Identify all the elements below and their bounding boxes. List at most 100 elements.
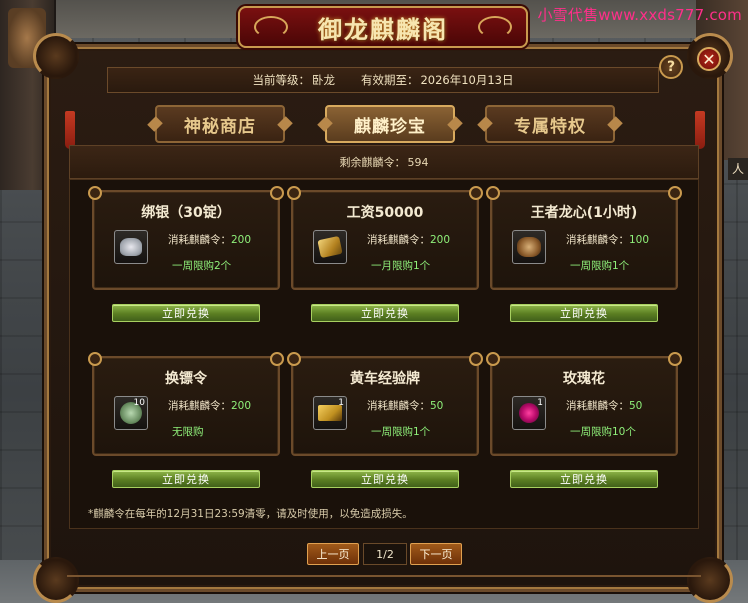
item-slot[interactable] bbox=[114, 230, 148, 264]
pagination: 上一页 1/2 下一页 bbox=[307, 543, 467, 567]
level-value: 卧龙 bbox=[311, 73, 335, 87]
card-corner-ornament bbox=[668, 186, 682, 200]
npc-name-label: 人 bbox=[728, 158, 748, 180]
card-corner-ornament bbox=[287, 352, 301, 366]
seller-watermark: 小雪代售www.xxds777.com bbox=[537, 6, 742, 24]
redeem-button[interactable]: 立即兑换 bbox=[112, 470, 260, 488]
help-button[interactable]: ? bbox=[659, 55, 683, 79]
silver-ingot-icon bbox=[120, 238, 142, 256]
card-corner-ornament bbox=[88, 186, 102, 200]
card-corner-ornament bbox=[88, 352, 102, 366]
item-cost: 消耗麒麟令：50 bbox=[367, 398, 443, 413]
shop-item-card: 玫瑰花 1 消耗麒麟令：50 一周限购10个 bbox=[486, 352, 682, 456]
cost-value: 50 bbox=[430, 400, 444, 412]
cost-label: 消耗麒麟令： bbox=[566, 400, 629, 412]
redeem-button[interactable]: 立即兑换 bbox=[112, 304, 260, 322]
item-grid: 绑银（30锭） 消耗麒麟令：200 一周限购2个 工资50000 消耗麒麟令：2… bbox=[69, 179, 699, 529]
card-corner-ornament bbox=[668, 352, 682, 366]
card-corner-ornament bbox=[270, 186, 284, 200]
shop-item-card: 工资50000 消耗麒麟令：200 一月限购1个 bbox=[287, 186, 483, 290]
swirl-ornament bbox=[478, 16, 512, 38]
close-button[interactable]: ✕ bbox=[697, 47, 721, 71]
swirl-ornament bbox=[254, 16, 288, 38]
cost-label: 消耗麒麟令： bbox=[367, 234, 430, 246]
title-banner: 御龙麒麟阁 bbox=[238, 6, 528, 48]
card-corner-ornament bbox=[469, 186, 483, 200]
expiry-value: 2026年10月13日 bbox=[420, 73, 514, 87]
item-cost: 消耗麒麟令：100 bbox=[566, 232, 649, 247]
cost-value: 200 bbox=[430, 234, 451, 246]
item-cost: 消耗麒麟令：50 bbox=[566, 398, 642, 413]
rose-icon bbox=[519, 403, 539, 423]
window-title: 御龙麒麟阁 bbox=[318, 14, 448, 44]
member-info-bar: 当前等级： 卧龙 有效期至： 2026年10月13日 bbox=[107, 67, 659, 93]
level-label: 当前等级： bbox=[252, 73, 310, 87]
redeem-button[interactable]: 立即兑换 bbox=[311, 470, 459, 488]
shop-item-card: 黄车经验牌 1 消耗麒麟令：50 一周限购1个 bbox=[287, 352, 483, 456]
item-name: 黄车经验牌 bbox=[350, 371, 420, 387]
tab-bar: 神秘商店 麒麟珍宝 专属特权 bbox=[155, 105, 615, 145]
item-slot[interactable]: 1 bbox=[512, 396, 546, 430]
tab-mystery-shop[interactable]: 神秘商店 bbox=[155, 105, 285, 143]
next-page-button[interactable]: 下一页 bbox=[410, 543, 462, 565]
card-corner-ornament bbox=[469, 352, 483, 366]
item-limit: 一周限购1个 bbox=[570, 260, 630, 272]
prev-page-button[interactable]: 上一页 bbox=[307, 543, 359, 565]
shop-item-card: 换镖令 10 消耗麒麟令：200 无限购 bbox=[88, 352, 284, 456]
cost-value: 200 bbox=[231, 400, 252, 412]
remaining-label: 剩余麒麟令： bbox=[339, 156, 406, 169]
gold-scroll-icon bbox=[317, 235, 343, 259]
item-cost: 消耗麒麟令：200 bbox=[168, 232, 251, 247]
item-limit: 一周限购10个 bbox=[570, 426, 636, 438]
bottom-divider bbox=[67, 575, 701, 585]
item-limit: 一周限购2个 bbox=[172, 260, 232, 272]
item-slot[interactable] bbox=[313, 230, 347, 264]
item-limit: 一月限购1个 bbox=[371, 260, 431, 272]
cost-label: 消耗麒麟令： bbox=[168, 234, 231, 246]
item-name: 工资50000 bbox=[346, 205, 424, 221]
dragon-heart-icon bbox=[517, 237, 541, 257]
item-count: 10 bbox=[133, 398, 145, 408]
item-name: 玫瑰花 bbox=[563, 371, 605, 387]
item-slot[interactable]: 10 bbox=[114, 396, 148, 430]
page-indicator: 1/2 bbox=[363, 543, 407, 565]
remaining-tokens-bar: 剩余麒麟令： 594 bbox=[69, 145, 699, 179]
qilin-pavilion-window: 当前等级： 卧龙 有效期至： 2026年10月13日 ? ✕ 神秘商店 麒麟珍宝… bbox=[33, 33, 733, 603]
item-count: 1 bbox=[338, 398, 344, 408]
item-limit: 一周限购1个 bbox=[371, 426, 431, 438]
cost-label: 消耗麒麟令： bbox=[168, 400, 231, 412]
item-slot[interactable]: 1 bbox=[313, 396, 347, 430]
shop-item-card: 王者龙心(1小时) 消耗麒麟令：100 一周限购1个 bbox=[486, 186, 682, 290]
card-corner-ornament bbox=[287, 186, 301, 200]
expiry-label: 有效期至： bbox=[360, 73, 419, 87]
cost-value: 200 bbox=[231, 234, 252, 246]
item-name: 换镖令 bbox=[165, 371, 207, 387]
redeem-button[interactable]: 立即兑换 bbox=[510, 304, 658, 322]
card-corner-ornament bbox=[270, 352, 284, 366]
tab-qilin-treasure[interactable]: 麒麟珍宝 bbox=[325, 105, 455, 143]
item-limit: 无限购 bbox=[172, 426, 204, 438]
tab-exclusive-privilege[interactable]: 专属特权 bbox=[485, 105, 615, 143]
item-cost: 消耗麒麟令：200 bbox=[168, 398, 251, 413]
remaining-value: 594 bbox=[407, 155, 429, 169]
corner-ornament bbox=[33, 33, 79, 79]
card-corner-ornament bbox=[486, 186, 500, 200]
cost-label: 消耗麒麟令： bbox=[566, 234, 629, 246]
reset-notice: *麒麟令在每年的12月31日23:59清零，请及时使用，以免造成损失。 bbox=[88, 508, 413, 520]
cost-value: 50 bbox=[629, 400, 643, 412]
cost-value: 100 bbox=[629, 234, 650, 246]
item-name: 绑银（30锭） bbox=[141, 205, 231, 221]
redeem-button[interactable]: 立即兑换 bbox=[311, 304, 459, 322]
tassel-ornament bbox=[65, 111, 75, 149]
card-corner-ornament bbox=[486, 352, 500, 366]
cost-label: 消耗麒麟令： bbox=[367, 400, 430, 412]
item-cost: 消耗麒麟令：200 bbox=[367, 232, 450, 247]
level-info: 当前等级： 卧龙 bbox=[252, 72, 335, 88]
shop-item-card: 绑银（30锭） 消耗麒麟令：200 一周限购2个 bbox=[88, 186, 284, 290]
item-name: 王者龙心(1小时) bbox=[530, 205, 638, 221]
redeem-button[interactable]: 立即兑换 bbox=[510, 470, 658, 488]
item-count: 1 bbox=[537, 398, 543, 408]
expiry-info: 有效期至： 2026年10月13日 bbox=[361, 72, 514, 88]
item-slot[interactable] bbox=[512, 230, 546, 264]
tassel-ornament bbox=[695, 111, 705, 149]
